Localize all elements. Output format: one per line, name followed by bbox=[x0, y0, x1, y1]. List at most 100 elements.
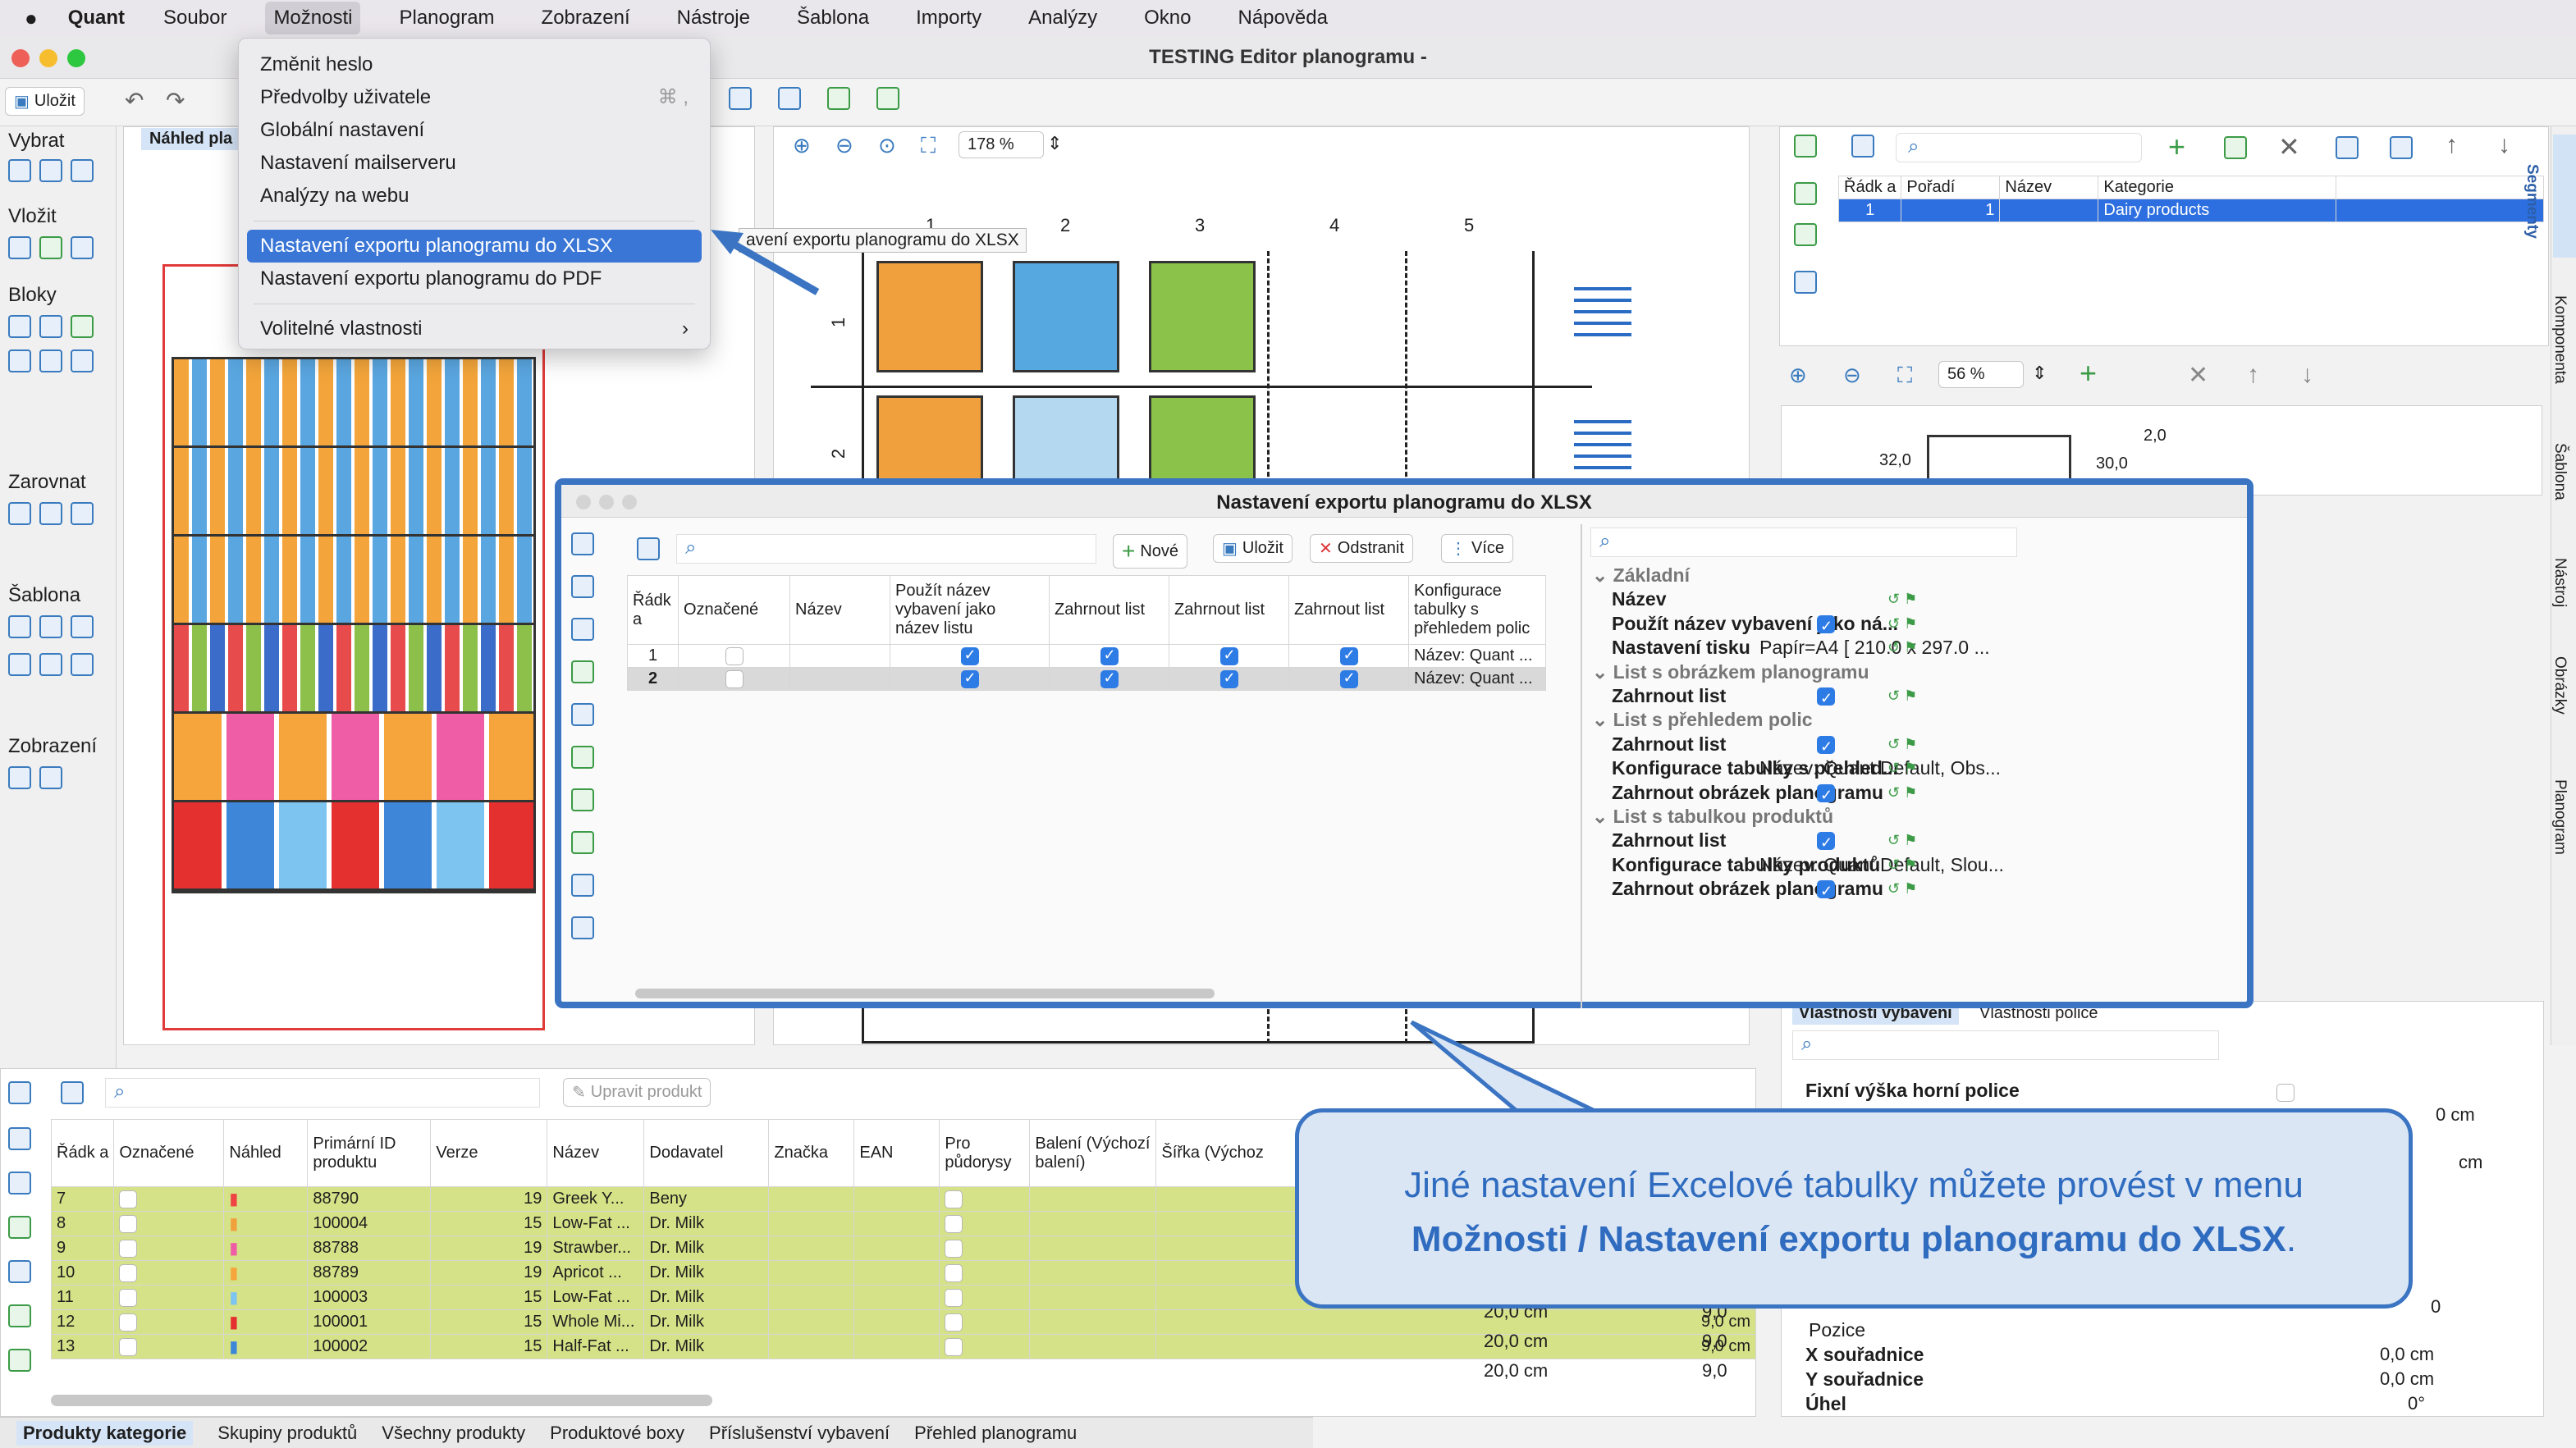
reset-icon[interactable]: ↺ ⚑ bbox=[1887, 684, 1917, 708]
menu-analyzy[interactable]: Analýzy bbox=[1020, 2, 1105, 34]
property-group[interactable]: ⌄ List s tabulkou produktů bbox=[1592, 805, 2249, 829]
reset-icon[interactable]: ↺ ⚑ bbox=[1887, 829, 1917, 852]
tab-vsechny-produkty[interactable]: Všechny produkty bbox=[382, 1423, 525, 1444]
column-header[interactable]: Řádk a bbox=[1837, 176, 1902, 199]
row-checkbox[interactable] bbox=[1100, 646, 1119, 665]
save-button[interactable]: ▣ Uložit bbox=[5, 87, 85, 116]
menu-item-volitelne[interactable]: Volitelné vlastnosti › bbox=[247, 313, 702, 345]
check-icon[interactable] bbox=[571, 532, 594, 555]
property-group[interactable]: ⌄ List s přehledem polic bbox=[1592, 708, 2249, 732]
column-header[interactable]: Balení (Výchozí balení) bbox=[1029, 1119, 1157, 1187]
product-jogurt-blue[interactable] bbox=[1013, 395, 1119, 486]
move-icon[interactable] bbox=[2336, 136, 2359, 159]
products-search-input[interactable]: ⌕ bbox=[105, 1078, 540, 1108]
xo-icon[interactable] bbox=[571, 746, 594, 769]
undo-icon[interactable]: ↶ bbox=[125, 87, 144, 114]
props-search-input[interactable]: ⌕ bbox=[1590, 528, 2017, 557]
zoom-stepper[interactable]: ⇕ bbox=[2032, 363, 2047, 384]
property-row[interactable]: Konfigurace tabulky produktů Název: Quant… bbox=[1592, 853, 2249, 877]
reset-icon[interactable]: ↺ ⚑ bbox=[1887, 853, 1917, 877]
column-header[interactable]: Zahrnout list bbox=[1169, 575, 1289, 645]
menu-soubor[interactable]: Soubor bbox=[155, 2, 235, 34]
new-button[interactable]: + Nové bbox=[1113, 534, 1188, 569]
tab-prehled-planogramu[interactable]: Přehled planogramu bbox=[914, 1423, 1077, 1444]
tab-segmenty[interactable] bbox=[2553, 135, 2576, 258]
copy-icon[interactable] bbox=[571, 575, 594, 598]
block-3d-icon[interactable] bbox=[71, 315, 94, 338]
select-area-icon[interactable] bbox=[39, 159, 62, 182]
zoom-out-icon[interactable]: ⊖ bbox=[1843, 363, 1861, 388]
insert-shelf-icon[interactable] bbox=[8, 236, 31, 259]
view-icon[interactable] bbox=[8, 766, 31, 789]
copy-icon[interactable] bbox=[8, 1260, 31, 1283]
table-icon[interactable] bbox=[61, 1081, 84, 1104]
menu-item-predvolby[interactable]: Předvolby uživatele ⌘ , bbox=[247, 81, 702, 114]
menu-moznosti[interactable]: Možnosti bbox=[265, 2, 361, 34]
row-checkbox[interactable] bbox=[1339, 669, 1358, 688]
column-header[interactable]: Zahrnout list bbox=[1288, 575, 1409, 645]
menu-item-zmenit-heslo[interactable]: Změnit heslo bbox=[247, 48, 702, 81]
property-row[interactable]: Zahrnout list ↺ ⚑ bbox=[1592, 684, 2249, 710]
column-header[interactable]: Dodavatel bbox=[643, 1119, 770, 1187]
row-checkbox[interactable] bbox=[1219, 669, 1238, 688]
sort-icon[interactable] bbox=[2390, 136, 2413, 159]
select-icon[interactable] bbox=[8, 159, 31, 182]
menu-okno[interactable]: Okno bbox=[1136, 2, 1199, 34]
property-value[interactable]: Název: Quant Default, Obs... bbox=[1759, 756, 2001, 780]
reset-icon[interactable]: ↺ ⚑ bbox=[1887, 636, 1917, 660]
block-rotate-icon[interactable] bbox=[39, 349, 62, 372]
column-header[interactable]: Název bbox=[1999, 176, 2099, 199]
property-group[interactable]: ⌄ Základní bbox=[1592, 564, 2249, 587]
xo-export-icon[interactable] bbox=[8, 1349, 31, 1372]
property-row[interactable]: Zahrnout list ↺ ⚑ bbox=[1592, 829, 2249, 855]
zoom-frame-icon[interactable]: ⛶ bbox=[921, 133, 936, 159]
menu-sablona[interactable]: Šablona bbox=[789, 2, 877, 34]
apple-icon[interactable]: ● bbox=[25, 6, 38, 31]
view-list-icon[interactable] bbox=[39, 766, 62, 789]
shelf-label-icon[interactable] bbox=[1574, 420, 1631, 469]
column-header[interactable]: Primární ID produktu bbox=[307, 1119, 432, 1187]
menu-item-globalni[interactable]: Globální nastavení bbox=[247, 114, 702, 147]
copy-icon[interactable] bbox=[2224, 136, 2247, 159]
column-header[interactable]: Název bbox=[789, 575, 890, 645]
save-button[interactable]: ▣ Uložit bbox=[1213, 534, 1293, 563]
app-menu[interactable]: Quant bbox=[68, 7, 125, 30]
pin-icon[interactable] bbox=[8, 1216, 31, 1239]
insert-product-icon[interactable] bbox=[39, 236, 62, 259]
row-checkbox[interactable] bbox=[725, 669, 744, 688]
redo-icon[interactable]: ↷ bbox=[166, 87, 185, 114]
list-icon[interactable] bbox=[8, 1127, 31, 1150]
table-icon[interactable] bbox=[637, 537, 660, 560]
column-header[interactable]: Kategorie bbox=[2098, 176, 2337, 199]
horizontal-scrollbar[interactable] bbox=[635, 989, 1215, 998]
column-header[interactable]: Značka bbox=[768, 1119, 855, 1187]
property-checkbox[interactable] bbox=[2276, 1084, 2295, 1103]
chevron-down-icon[interactable]: ⌄ bbox=[1592, 709, 1613, 730]
chevron-down-icon[interactable]: ⌄ bbox=[1592, 661, 1613, 683]
tab-nastroj[interactable]: Nástroj bbox=[2551, 558, 2569, 607]
check-icon[interactable] bbox=[8, 1081, 31, 1104]
column-header[interactable]: Konfigurace tabulky s přehledem polic bbox=[1408, 575, 1546, 645]
row-checkbox[interactable] bbox=[1100, 669, 1119, 688]
property-checkbox[interactable] bbox=[1817, 831, 1835, 855]
chevron-down-icon[interactable]: ⌄ bbox=[1592, 806, 1613, 827]
xo-icon[interactable] bbox=[1794, 135, 1817, 158]
row-checkbox[interactable] bbox=[960, 646, 979, 665]
xo-export-icon[interactable] bbox=[571, 788, 594, 811]
csv-icon[interactable] bbox=[1794, 223, 1817, 246]
property-group[interactable]: ⌄ List s obrázkem planogramu bbox=[1592, 660, 2249, 684]
move-up-icon[interactable]: ↑ bbox=[2247, 361, 2259, 389]
menu-napoveda[interactable]: Nápověda bbox=[1230, 2, 1336, 34]
row-checkbox[interactable] bbox=[1339, 646, 1358, 665]
zoom-fit-icon[interactable]: ⛶ bbox=[1897, 363, 1912, 389]
column-header[interactable]: Verze bbox=[430, 1119, 548, 1187]
product-jogurt-green[interactable] bbox=[1149, 395, 1256, 486]
block-group-icon[interactable] bbox=[8, 349, 31, 372]
template-icon[interactable] bbox=[8, 615, 31, 638]
tab-produktove-boxy[interactable]: Produktové boxy bbox=[550, 1423, 684, 1444]
tab-segmenty-label[interactable]: Segmenty bbox=[2523, 164, 2541, 239]
column-header[interactable]: Pro půdorysy bbox=[939, 1119, 1031, 1187]
tab-komponenta[interactable]: Komponenta bbox=[2551, 295, 2569, 384]
column-header[interactable]: Náhled bbox=[223, 1119, 309, 1187]
splitter[interactable] bbox=[1581, 524, 1582, 1008]
